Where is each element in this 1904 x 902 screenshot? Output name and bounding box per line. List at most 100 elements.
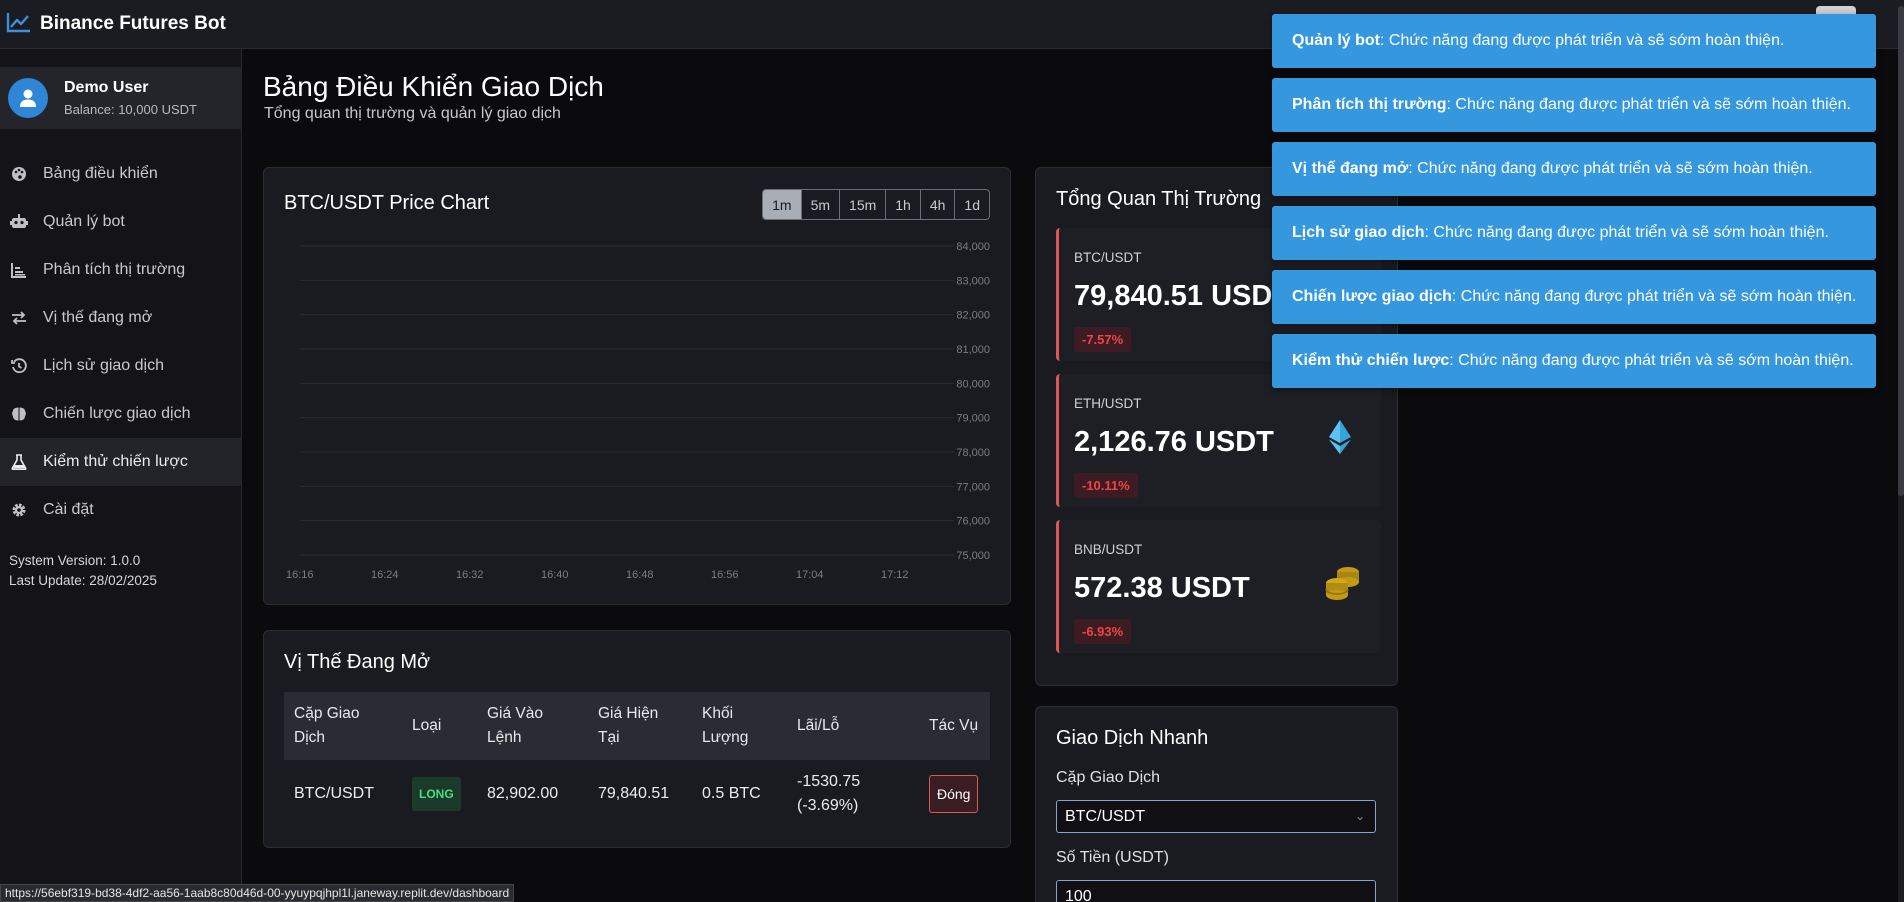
amount-value: 100 [1065, 888, 1092, 902]
y-tick-label: 83,000 [956, 275, 990, 287]
x-tick-label: 16:32 [456, 569, 484, 581]
chart-line-icon [6, 11, 32, 38]
sidebar-item-label: Chiến lược giao dịch [43, 405, 191, 422]
market-title: Tổng Quan Thị Trường [1056, 188, 1262, 210]
toast-notification[interactable]: Quản lý bot: Chức năng đang được phát tr… [1272, 14, 1876, 68]
close-position-button[interactable]: Đóng [929, 775, 979, 813]
price-chart[interactable]: 84,000 83,000 82,000 81,000 80,000 79,000 78,0… [264, 168, 1012, 606]
y-tick-label: 75,000 [956, 550, 990, 562]
sidebar-item-trading-strategy[interactable]: Chiến lược giao dịch [0, 390, 242, 438]
market-change: -6.93% [1074, 619, 1132, 644]
x-tick-label: 16:40 [541, 569, 569, 581]
quick-trade-card: Giao Dịch Nhanh Cặp Giao Dịch BTC/USDT ⌄… [1035, 706, 1398, 902]
sidebar-item-label: Kiểm thử chiến lược [43, 453, 188, 470]
brand[interactable]: Binance Futures Bot [6, 11, 226, 38]
toast-title: Lịch sử giao dịch [1292, 224, 1425, 241]
sidebar-item-settings[interactable]: Cài đặt [0, 486, 242, 534]
column-header: Giá Hiện Tại [588, 692, 692, 760]
history-icon [10, 357, 28, 375]
sidebar-item-dashboard[interactable]: Bảng điều khiển [0, 150, 242, 198]
y-tick-label: 82,000 [956, 310, 990, 322]
market-symbol: BTC/USDT [1074, 250, 1142, 265]
x-tick-label: 17:12 [881, 569, 909, 581]
toast-notification[interactable]: Vị thế đang mở: Chức năng đang được phát… [1272, 142, 1876, 196]
gear-icon [10, 501, 28, 519]
cell-volume: 0.5 BTC [702, 785, 761, 802]
toast-message: : Chức năng đang được phát triển và sẽ s… [1380, 32, 1785, 49]
cell-pair: BTC/USDT [294, 785, 374, 802]
column-header: Loại [402, 692, 477, 760]
toast-title: Chiến lược giao dịch [1292, 288, 1452, 305]
y-tick-label: 78,000 [956, 447, 990, 459]
y-tick-label: 81,000 [956, 344, 990, 356]
open-positions-card: Vị Thế Đang Mở Cặp Giao Dịch Loại Giá Và… [263, 630, 1011, 848]
y-tick-label: 77,000 [956, 481, 990, 493]
user-name: Demo User [64, 79, 149, 96]
scrollbar-thumb[interactable] [1898, 6, 1904, 496]
exchange-icon [10, 309, 28, 327]
sidebar-item-strategy-backtest[interactable]: Kiểm thử chiến lược [0, 438, 242, 486]
toast-notification[interactable]: Lịch sử giao dịch: Chức năng đang được p… [1272, 206, 1876, 260]
page-title: Bảng Điều Khiển Giao Dịch [263, 71, 604, 102]
market-price: 572.38 USDT [1074, 572, 1250, 604]
pair-select[interactable]: BTC/USDT ⌄ [1056, 800, 1376, 833]
toast-notification[interactable]: Phân tích thị trường: Chức năng đang đượ… [1272, 78, 1876, 132]
toast-message: : Chức năng đang được phát triển và sẽ s… [1408, 160, 1813, 177]
toast-title: Quản lý bot [1292, 32, 1380, 49]
sidebar-item-trade-history[interactable]: Lịch sử giao dịch [0, 342, 242, 390]
pair-select-value: BTC/USDT [1065, 808, 1145, 825]
market-symbol: ETH/USDT [1074, 396, 1142, 411]
toast-title: Kiểm thử chiến lược [1292, 352, 1450, 369]
column-header: Tác Vụ [919, 692, 990, 760]
sidebar-item-open-positions[interactable]: Vị thế đang mở [0, 294, 242, 342]
sidebar-item-label: Cài đặt [43, 501, 94, 518]
chevron-down-icon: ⌄ [1354, 809, 1365, 823]
position-type-badge: LONG [412, 777, 461, 811]
market-change: -7.57% [1074, 327, 1132, 352]
market-item-eth[interactable]: ETH/USDT 2,126.76 USDT -10.11% [1056, 374, 1381, 507]
status-url: https://56ebf319-bd38-4df2-aa56-1aab8c80… [0, 884, 515, 902]
toast-message: : Chức năng đang được phát triển và sẽ s… [1449, 352, 1854, 369]
price-chart-card: BTC/USDT Price Chart 1m 5m 15m 1h 4h 1d … [263, 167, 1011, 605]
column-header: Khối Lượng [692, 692, 787, 760]
x-tick-label: 16:48 [626, 569, 654, 581]
amount-input[interactable]: 100 [1056, 880, 1376, 902]
toast-notification[interactable]: Chiến lược giao dịch: Chức năng đang đượ… [1272, 270, 1876, 324]
market-change: -10.11% [1074, 473, 1138, 498]
y-tick-label: 84,000 [956, 241, 990, 253]
user-balance: Balance: 10,000 USDT [64, 102, 197, 117]
scrollbar[interactable] [1898, 0, 1904, 902]
x-tick-label: 16:56 [711, 569, 739, 581]
market-price: 79,840.51 USD [1074, 280, 1273, 312]
sidebar-item-label: Phân tích thị trường [43, 261, 186, 278]
quick-trade-title: Giao Dịch Nhanh [1056, 727, 1209, 749]
table-header-row: Cặp Giao Dịch Loại Giá Vào Lệnh Giá Hiện… [284, 692, 990, 760]
sidebar-item-label: Vị thế đang mở [43, 309, 153, 326]
system-info: System Version: 1.0.0 Last Update: 28/02… [9, 551, 157, 591]
y-tick-label: 79,000 [956, 413, 990, 425]
x-tick-label: 16:16 [286, 569, 314, 581]
system-version: System Version: 1.0.0 [9, 553, 141, 568]
sidebar-item-market-analysis[interactable]: Phân tích thị trường [0, 246, 242, 294]
ethereum-icon [1329, 420, 1351, 459]
cell-entry-price: 82,902.00 [487, 785, 559, 802]
market-price: 2,126.76 USDT [1074, 426, 1274, 458]
column-header: Giá Vào Lệnh [477, 692, 588, 760]
toast-notification[interactable]: Kiểm thử chiến lược: Chức năng đang được… [1272, 334, 1876, 388]
column-header: Lãi/Lỗ [787, 692, 919, 760]
app-title: Binance Futures Bot [40, 13, 226, 34]
market-item-bnb[interactable]: BNB/USDT 572.38 USDT -6.93% [1056, 520, 1381, 653]
chart-bar-icon [10, 261, 28, 279]
cell-pnl: -1530.75 (-3.69%) [797, 773, 861, 814]
coins-icon [1325, 564, 1361, 605]
y-tick-label: 80,000 [956, 378, 990, 390]
x-tick-label: 16:24 [371, 569, 399, 581]
sidebar-item-bot-management[interactable]: Quản lý bot [0, 198, 242, 246]
amount-label: Số Tiền (USDT) [1056, 849, 1169, 866]
user-icon [20, 89, 36, 107]
sidebar-nav: Bảng điều khiển Quản lý bot Phân tích th… [0, 150, 242, 534]
positions-title: Vị Thế Đang Mở [284, 651, 431, 673]
sidebar-item-label: Bảng điều khiển [43, 165, 158, 182]
y-tick-label: 76,000 [956, 516, 990, 528]
avatar [8, 78, 48, 118]
